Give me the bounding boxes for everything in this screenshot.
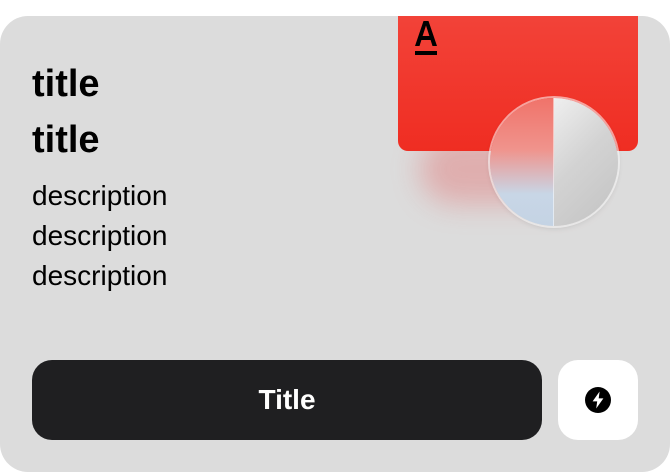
quick-action-button[interactable]	[558, 360, 638, 440]
promo-widget-card: title title description description desc…	[0, 16, 670, 472]
alfa-bank-logo	[415, 21, 437, 55]
card-description-line: description	[32, 260, 168, 291]
lightning-bolt-icon	[585, 387, 611, 413]
card-title-line: title	[32, 119, 100, 161]
card-description: description description description	[32, 176, 372, 296]
card-title: title title	[32, 56, 372, 168]
glass-disc-illustration	[490, 98, 618, 226]
card-title-line: title	[32, 63, 100, 105]
card-description-line: description	[32, 220, 168, 251]
card-description-line: description	[32, 180, 168, 211]
primary-action-button[interactable]: Title	[32, 360, 542, 440]
